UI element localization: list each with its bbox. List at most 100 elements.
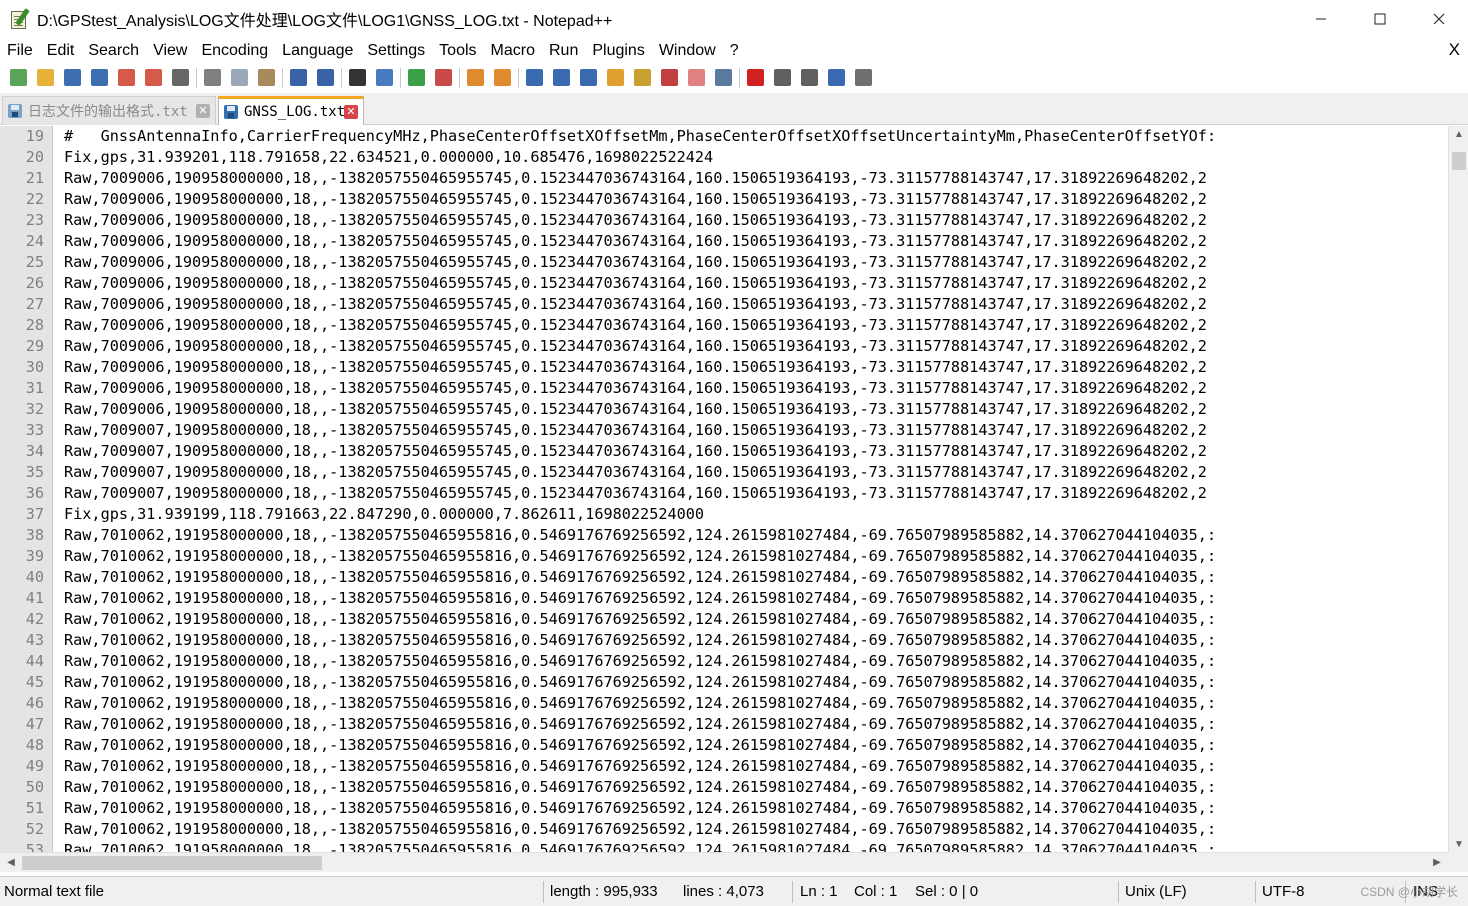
cut-button[interactable] (199, 66, 226, 90)
line-text[interactable]: Raw,7009006,190958000000,18,,-1382057550… (64, 336, 1207, 357)
paste-button[interactable] (253, 66, 280, 90)
editor-line[interactable]: 36 Raw,7009007,190958000000,18,,-13820575… (0, 483, 1441, 504)
scroll-right-icon[interactable]: ▶ (1428, 853, 1446, 873)
editor-line[interactable]: 37 Fix,gps,31.939199,118.791663,22.847290… (0, 504, 1441, 525)
editor-line[interactable]: 35 Raw,7009007,190958000000,18,,-13820575… (0, 462, 1441, 483)
editor-text-area[interactable]: 19 # GnssAntennaInfo,CarrierFrequencyMHz,… (0, 126, 1441, 854)
copy-button[interactable] (226, 66, 253, 90)
close-file-button[interactable] (113, 66, 140, 90)
indent-guide-button[interactable] (575, 66, 602, 90)
menu-settings[interactable]: Settings (360, 42, 432, 60)
play-macro-button[interactable] (796, 66, 823, 90)
editor-line[interactable]: 25 Raw,7009006,190958000000,18,,-13820575… (0, 252, 1441, 273)
menu-help[interactable]: ? (723, 42, 746, 60)
editor-line[interactable]: 39 Raw,7010062,191958000000,18,,-13820575… (0, 546, 1441, 567)
sync-vertical-button[interactable] (462, 66, 489, 90)
line-text[interactable]: # GnssAntennaInfo,CarrierFrequencyMHz,Ph… (64, 126, 1216, 147)
editor-line[interactable]: 34 Raw,7009007,190958000000,18,,-13820575… (0, 441, 1441, 462)
line-text[interactable]: Raw,7009006,190958000000,18,,-1382057550… (64, 315, 1207, 336)
line-text[interactable]: Raw,7010062,191958000000,18,,-1382057550… (64, 609, 1216, 630)
new-file-button[interactable] (5, 66, 32, 90)
vertical-scroll-thumb[interactable] (1452, 152, 1466, 170)
editor-line[interactable]: 51 Raw,7010062,191958000000,18,,-13820575… (0, 798, 1441, 819)
udl-button[interactable] (602, 66, 629, 90)
menu-view[interactable]: View (146, 42, 194, 60)
editor-line[interactable]: 29 Raw,7009006,190958000000,18,,-13820575… (0, 336, 1441, 357)
menu-window[interactable]: Window (652, 42, 723, 60)
find-button[interactable] (344, 66, 371, 90)
line-text[interactable]: Raw,7010062,191958000000,18,,-1382057550… (64, 798, 1216, 819)
tab-gnss-log[interactable]: GNSS_LOG.txt ✕ (218, 96, 364, 125)
tab-log-format[interactable]: 日志文件的输出格式.txt ✕ (2, 96, 216, 125)
line-text[interactable]: Raw,7009006,190958000000,18,,-1382057550… (64, 378, 1207, 399)
zoom-in-button[interactable] (403, 66, 430, 90)
run-macro-multiple-button[interactable] (823, 66, 850, 90)
line-text[interactable]: Raw,7009007,190958000000,18,,-1382057550… (64, 420, 1207, 441)
save-all-button[interactable] (86, 66, 113, 90)
menu-file[interactable]: File (0, 42, 40, 60)
close-document-button[interactable]: X (1449, 40, 1460, 60)
editor-line[interactable]: 47 Raw,7010062,191958000000,18,,-13820575… (0, 714, 1441, 735)
line-text[interactable]: Raw,7010062,191958000000,18,,-1382057550… (64, 525, 1216, 546)
line-text[interactable]: Raw,7010062,191958000000,18,,-1382057550… (64, 630, 1216, 651)
editor-line[interactable]: 28 Raw,7009006,190958000000,18,,-13820575… (0, 315, 1441, 336)
tab-close-icon[interactable]: ✕ (196, 104, 210, 118)
editor-line[interactable]: 23 Raw,7009006,190958000000,18,,-13820575… (0, 210, 1441, 231)
editor-line[interactable]: 21 Raw,7009006,190958000000,18,,-13820575… (0, 168, 1441, 189)
line-text[interactable]: Raw,7009006,190958000000,18,,-1382057550… (64, 168, 1207, 189)
horizontal-scroll-thumb[interactable] (22, 856, 322, 870)
line-text[interactable]: Raw,7009006,190958000000,18,,-1382057550… (64, 210, 1207, 231)
close-button[interactable] (1409, 0, 1468, 38)
line-text[interactable]: Raw,7009006,190958000000,18,,-1382057550… (64, 252, 1207, 273)
zoom-out-button[interactable] (430, 66, 457, 90)
editor-line[interactable]: 26 Raw,7009006,190958000000,18,,-13820575… (0, 273, 1441, 294)
line-text[interactable]: Raw,7009006,190958000000,18,,-1382057550… (64, 189, 1207, 210)
menu-tools[interactable]: Tools (432, 42, 483, 60)
line-text[interactable]: Raw,7010062,191958000000,18,,-1382057550… (64, 756, 1216, 777)
editor-line[interactable]: 33 Raw,7009007,190958000000,18,,-13820575… (0, 420, 1441, 441)
notepadpp-app-icon[interactable] (9, 8, 31, 30)
line-text[interactable]: Raw,7009006,190958000000,18,,-1382057550… (64, 273, 1207, 294)
editor-line[interactable]: 42 Raw,7010062,191958000000,18,,-13820575… (0, 609, 1441, 630)
line-text[interactable]: Raw,7010062,191958000000,18,,-1382057550… (64, 672, 1216, 693)
editor-line[interactable]: 48 Raw,7010062,191958000000,18,,-13820575… (0, 735, 1441, 756)
menu-encoding[interactable]: Encoding (194, 42, 275, 60)
open-file-button[interactable] (32, 66, 59, 90)
editor-line[interactable]: 49 Raw,7010062,191958000000,18,,-13820575… (0, 756, 1441, 777)
print-button[interactable] (167, 66, 194, 90)
editor-line[interactable]: 45 Raw,7010062,191958000000,18,,-13820575… (0, 672, 1441, 693)
menu-edit[interactable]: Edit (40, 42, 82, 60)
menu-macro[interactable]: Macro (484, 42, 542, 60)
line-text[interactable]: Raw,7009007,190958000000,18,,-1382057550… (64, 483, 1207, 504)
maximize-button[interactable] (1350, 0, 1409, 38)
menu-run[interactable]: Run (542, 42, 585, 60)
record-macro-button[interactable] (742, 66, 769, 90)
menu-search[interactable]: Search (81, 42, 146, 60)
editor-line[interactable]: 22 Raw,7009006,190958000000,18,,-13820575… (0, 189, 1441, 210)
line-text[interactable]: Raw,7010062,191958000000,18,,-1382057550… (64, 588, 1216, 609)
editor-line[interactable]: 52 Raw,7010062,191958000000,18,,-13820575… (0, 819, 1441, 840)
editor-line[interactable]: 41 Raw,7010062,191958000000,18,,-13820575… (0, 588, 1441, 609)
editor-line[interactable]: 40 Raw,7010062,191958000000,18,,-13820575… (0, 567, 1441, 588)
editor-line[interactable]: 32 Raw,7009006,190958000000,18,,-13820575… (0, 399, 1441, 420)
editor-line[interactable]: 38 Raw,7010062,191958000000,18,,-13820575… (0, 525, 1441, 546)
line-text[interactable]: Raw,7009007,190958000000,18,,-1382057550… (64, 462, 1207, 483)
monitoring-button[interactable] (710, 66, 737, 90)
editor-line[interactable]: 24 Raw,7009006,190958000000,18,,-13820575… (0, 231, 1441, 252)
line-text[interactable]: Raw,7009006,190958000000,18,,-1382057550… (64, 399, 1207, 420)
line-text[interactable]: Raw,7009006,190958000000,18,,-1382057550… (64, 357, 1207, 378)
minimize-button[interactable] (1291, 0, 1350, 38)
editor-line[interactable]: 46 Raw,7010062,191958000000,18,,-13820575… (0, 693, 1441, 714)
line-text[interactable]: Raw,7009006,190958000000,18,,-1382057550… (64, 294, 1207, 315)
function-list-button[interactable] (656, 66, 683, 90)
line-text[interactable]: Raw,7010062,191958000000,18,,-1382057550… (64, 546, 1216, 567)
editor-line[interactable]: 30 Raw,7009006,190958000000,18,,-13820575… (0, 357, 1441, 378)
line-text[interactable]: Fix,gps,31.939201,118.791658,22.634521,0… (64, 147, 713, 168)
editor-line[interactable]: 31 Raw,7009006,190958000000,18,,-13820575… (0, 378, 1441, 399)
save-button[interactable] (59, 66, 86, 90)
editor[interactable]: 19 # GnssAntennaInfo,CarrierFrequencyMHz,… (0, 126, 1468, 854)
menu-language[interactable]: Language (275, 42, 360, 60)
line-text[interactable]: Raw,7010062,191958000000,18,,-1382057550… (64, 714, 1216, 735)
line-text[interactable]: Raw,7010062,191958000000,18,,-1382057550… (64, 819, 1216, 840)
replace-button[interactable] (371, 66, 398, 90)
